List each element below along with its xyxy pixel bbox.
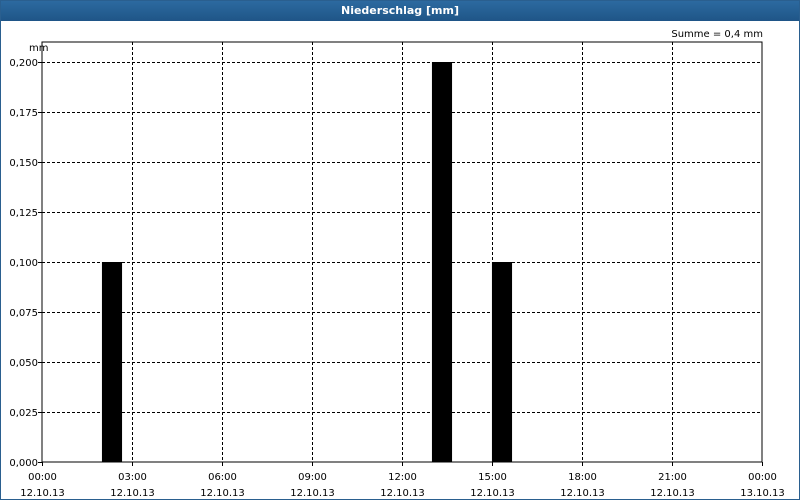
x-tick-date-label: 12.10.13 bbox=[110, 488, 155, 499]
precipitation-bar bbox=[431, 62, 453, 462]
x-tick-time-label: 00:00 bbox=[748, 472, 777, 483]
y-tick-label: 0,000 bbox=[9, 458, 38, 469]
y-tick-label: 0,100 bbox=[9, 258, 38, 269]
precipitation-bar bbox=[101, 262, 123, 462]
x-tick-date-label: 12.10.13 bbox=[20, 488, 65, 499]
precipitation-chart: mm Summe = 0,4 mm 0,000 0,025 0,050 0,075 0,… bbox=[9, 29, 785, 499]
y-tick-label: 0,050 bbox=[9, 358, 38, 369]
x-tick-date-label: 12.10.13 bbox=[200, 488, 245, 499]
y-tick-label: 0,200 bbox=[9, 58, 38, 69]
x-tick-time-label: 06:00 bbox=[208, 472, 237, 483]
y-axis-unit-label: mm bbox=[29, 43, 48, 54]
x-tick-time-label: 12:00 bbox=[388, 472, 417, 483]
x-tick-time-label: 00:00 bbox=[28, 472, 57, 483]
x-tick-date-label: 12.10.13 bbox=[380, 488, 425, 499]
y-tick-label: 0,150 bbox=[9, 158, 38, 169]
y-tick-label: 0,175 bbox=[9, 108, 38, 119]
y-tick-label: 0,025 bbox=[9, 408, 38, 419]
x-tick-date-label: 12.10.13 bbox=[650, 488, 695, 499]
x-tick-time-label: 21:00 bbox=[658, 472, 687, 483]
x-tick-date-label: 12.10.13 bbox=[290, 488, 335, 499]
x-tick-time-label: 03:00 bbox=[118, 472, 147, 483]
x-tick-time-label: 15:00 bbox=[478, 472, 507, 483]
y-tick-label: 0,075 bbox=[9, 308, 38, 319]
sum-annotation: Summe = 0,4 mm bbox=[671, 29, 763, 40]
y-tick-label: 0,125 bbox=[9, 208, 38, 219]
chart-window: Niederschlag [mm] mm Summe = 0,4 mm 0,00… bbox=[0, 0, 800, 500]
x-tick-time-label: 18:00 bbox=[568, 472, 597, 483]
precipitation-bar bbox=[491, 262, 513, 462]
x-tick-date-label: 12.10.13 bbox=[560, 488, 605, 499]
x-tick-date-label: 13.10.13 bbox=[740, 488, 785, 499]
x-tick-date-label: 12.10.13 bbox=[470, 488, 515, 499]
x-tick-time-label: 09:00 bbox=[298, 472, 327, 483]
